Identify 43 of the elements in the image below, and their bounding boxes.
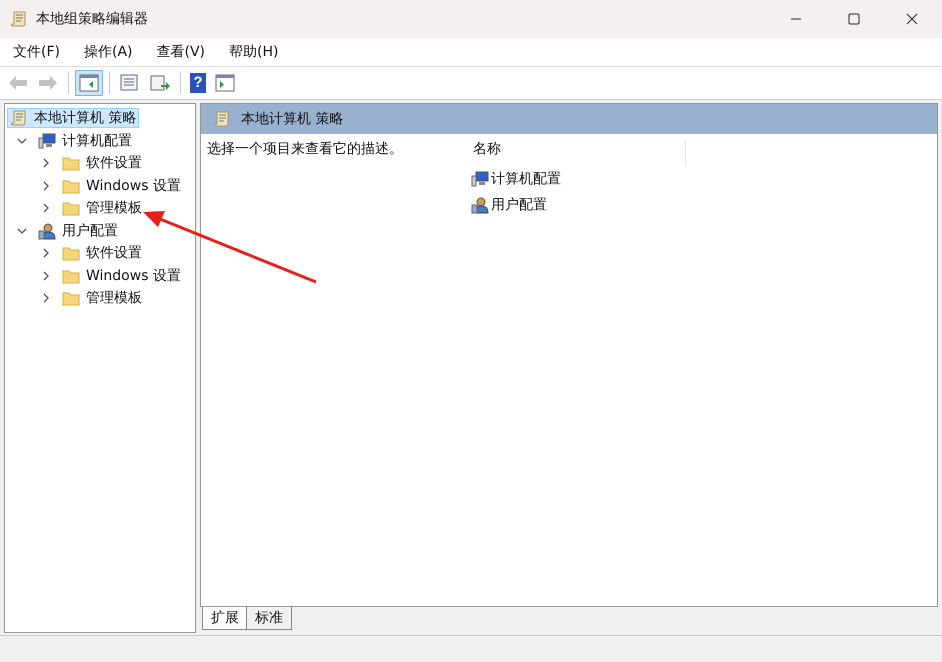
tree-item[interactable]: Windows 设置	[59, 266, 184, 286]
pane-icon	[214, 73, 236, 93]
menu-item[interactable]: 文件(F)	[6, 41, 67, 63]
forward-arrow-icon	[37, 73, 59, 93]
chevron-right-icon[interactable]	[41, 248, 51, 258]
pane-title: 本地计算机 策略	[241, 110, 344, 128]
list-item[interactable]: 用户配置	[471, 192, 931, 218]
window-title: 本地组策略编辑器	[36, 10, 148, 28]
tree-item[interactable]: 本地计算机 策略	[7, 108, 140, 128]
scroll-icon	[10, 10, 28, 28]
pane-icon	[78, 73, 100, 93]
computer-icon	[471, 170, 489, 188]
scroll-icon	[10, 109, 28, 128]
menu-item[interactable]: 帮助(H)	[222, 41, 286, 63]
menu-item[interactable]: 查看(V)	[150, 41, 212, 63]
user-icon	[38, 222, 56, 240]
computer-icon	[38, 132, 56, 150]
tab[interactable]: 标准	[246, 607, 292, 630]
chevron-right-icon[interactable]	[41, 293, 51, 304]
tree-item[interactable]: 计算机配置	[35, 130, 135, 151]
tree-item[interactable]: 管理模板	[59, 288, 145, 308]
chevron-right-icon[interactable]	[41, 158, 51, 168]
tree-item[interactable]: 软件设置	[59, 243, 145, 264]
chevron-right-icon[interactable]	[41, 203, 51, 214]
tree-item[interactable]: 用户配置	[35, 220, 121, 241]
tree-item[interactable]: 软件设置	[59, 153, 145, 174]
toolbar-button[interactable]	[75, 70, 103, 96]
tree-item[interactable]: 管理模板	[59, 198, 145, 218]
maximize-icon[interactable]	[848, 13, 860, 25]
chevron-right-icon[interactable]	[41, 180, 51, 191]
export-icon	[149, 73, 171, 93]
chevron-down-icon[interactable]	[17, 226, 27, 236]
close-icon[interactable]	[906, 13, 918, 25]
column-header[interactable]: 名称	[471, 140, 686, 166]
user-icon	[471, 196, 489, 214]
tree-item[interactable]: Windows 设置	[59, 176, 184, 196]
chevron-right-icon[interactable]	[41, 270, 51, 281]
tab[interactable]: 扩展	[202, 607, 248, 630]
list-item[interactable]: 计算机配置	[471, 166, 931, 192]
scroll-icon	[213, 110, 231, 128]
menu-item[interactable]: 操作(A)	[76, 41, 140, 63]
description-text: 选择一个项目来查看它的描述。	[207, 140, 404, 159]
chevron-down-icon[interactable]	[17, 136, 27, 146]
